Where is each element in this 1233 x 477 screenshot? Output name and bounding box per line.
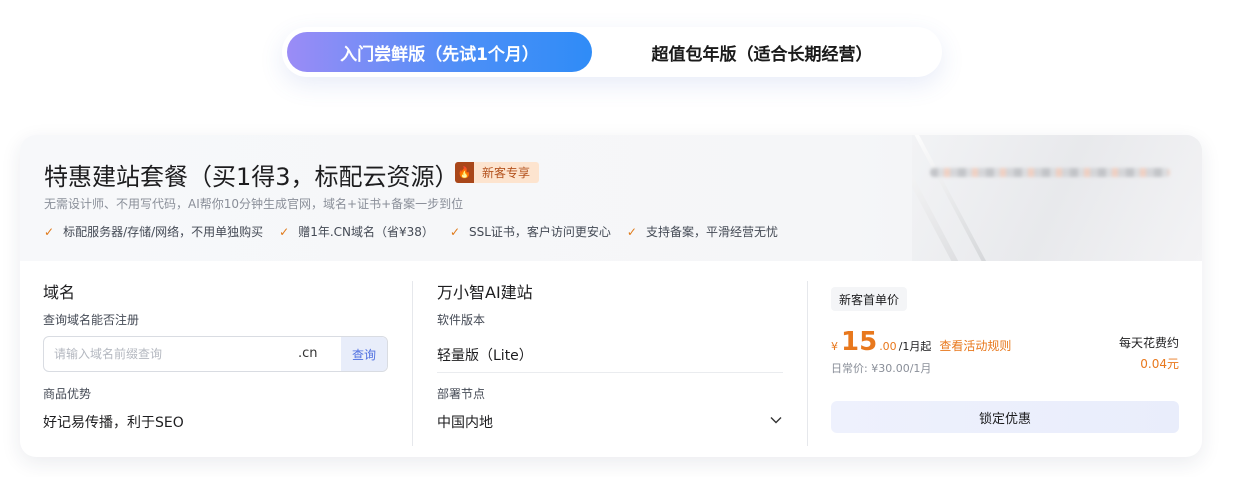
node-label: 部署节点 — [437, 387, 486, 401]
tab-annual-plan[interactable]: 超值包年版（适合长期经营） — [612, 32, 912, 72]
feature-item: ✓ SSL证书，客户访问更安心 — [449, 224, 611, 240]
blurred-banner-text — [930, 168, 1170, 177]
domain-search-box: .cn 查询 — [43, 336, 388, 372]
builder-heading: 万小智AI建站 — [437, 283, 533, 302]
price-unit: /1月起 — [898, 340, 932, 353]
flame-icon: 🔥 — [455, 162, 474, 183]
column-divider — [807, 281, 808, 446]
lock-discount-button[interactable]: 锁定优惠 — [831, 401, 1179, 433]
new-customer-price-tag: 新客首单价 — [831, 287, 908, 311]
row-divider — [437, 372, 783, 373]
price-row: ¥ 15 .00 /1月起 查看活动规则 — [831, 327, 1011, 357]
package-card: 特惠建站套餐（买1得3，标配云资源） 🔥 新客专享 无需设计师、不用写代码，AI… — [20, 135, 1202, 457]
daily-cost-label: 每天花费约 — [1118, 336, 1179, 350]
version-label: 软件版本 — [437, 313, 486, 327]
advantage-value: 好记易传播，利于SEO — [43, 415, 184, 431]
domain-heading: 域名 — [43, 283, 76, 302]
column-divider — [412, 281, 413, 446]
domain-query-label: 查询域名能否注册 — [43, 313, 140, 327]
check-icon: ✓ — [626, 224, 637, 239]
version-value: 轻量版（Lite） — [437, 348, 533, 364]
domain-search-input[interactable] — [44, 337, 289, 371]
feature-list: ✓ 标配服务器/存储/网络，不用单独购买 ✓ 赠1年.CN域名（省¥38） ✓ … — [44, 223, 778, 240]
feature-item: ✓ 标配服务器/存储/网络，不用单独购买 — [44, 224, 264, 240]
price-integer: 15 — [841, 327, 878, 357]
view-rules-link[interactable]: 查看活动规则 — [939, 337, 1011, 354]
price-decimal: .00 — [879, 340, 897, 353]
feature-item: ✓ 赠1年.CN域名（省¥38） — [279, 224, 434, 240]
chevron-down-icon — [770, 417, 782, 424]
new-customer-badge: 🔥 新客专享 — [455, 162, 540, 183]
check-icon: ✓ — [449, 224, 460, 239]
feature-item: ✓ 支持备案，平滑经营无忧 — [626, 224, 778, 240]
currency-symbol: ¥ — [831, 340, 838, 353]
domain-suffix: .cn — [298, 346, 318, 361]
package-header: 特惠建站套餐（买1得3，标配云资源） 🔥 新客专享 无需设计师、不用写代码，AI… — [20, 135, 1202, 261]
advantage-label: 商品优势 — [43, 387, 92, 401]
domain-query-button[interactable]: 查询 — [341, 337, 387, 371]
node-value: 中国内地 — [437, 415, 493, 431]
node-select[interactable]: 中国内地 — [437, 407, 783, 435]
plan-tabs: 入门尝鲜版（先试1个月） 超值包年版（适合长期经营） — [282, 27, 942, 77]
package-subtitle: 无需设计师、不用写代码，AI帮你10分钟生成官网，域名+证书+备案一步到位 — [44, 197, 464, 211]
check-icon: ✓ — [44, 224, 55, 239]
check-icon: ✓ — [279, 224, 290, 239]
header-decoration — [912, 135, 1202, 261]
original-price: 日常价: ¥30.00/1月 — [831, 362, 932, 375]
daily-cost-value: 0.04元 — [1140, 357, 1179, 371]
package-title: 特惠建站套餐（买1得3，标配云资源） — [44, 163, 459, 191]
tab-trial-plan[interactable]: 入门尝鲜版（先试1个月） — [287, 32, 592, 72]
